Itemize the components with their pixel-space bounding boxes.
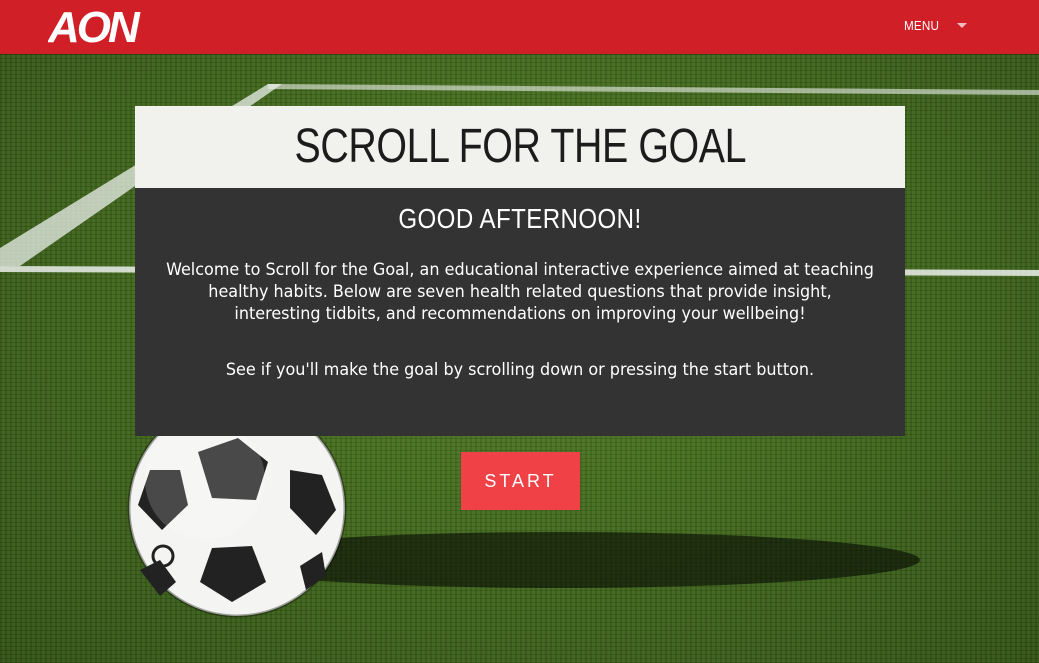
chevron-down-icon: [957, 23, 967, 28]
page-title: SCROLL FOR THE GOAL: [294, 120, 746, 173]
card-body: GOOD AFTERNOON! Welcome to Scroll for th…: [135, 188, 905, 436]
greeting-heading: GOOD AFTERNOON!: [398, 203, 642, 234]
instruction-text: See if you'll make the goal by scrolling…: [225, 359, 815, 379]
card-title-bar: SCROLL FOR THE GOAL: [135, 106, 905, 188]
aon-logo[interactable]: AON: [48, 4, 144, 48]
top-navigation-bar: AON MENU: [0, 0, 1039, 54]
svg-text:AON: AON: [48, 4, 141, 48]
start-button[interactable]: START: [461, 452, 580, 510]
intro-paragraph: Welcome to Scroll for the Goal, an educa…: [166, 259, 874, 323]
menu-button[interactable]: MENU: [904, 18, 967, 33]
menu-label: MENU: [903, 18, 940, 33]
intro-card: SCROLL FOR THE GOAL GOOD AFTERNOON! Welc…: [135, 106, 905, 436]
page: AON MENU SCROLL FOR THE GOAL GOOD AFTERN…: [0, 0, 1039, 663]
